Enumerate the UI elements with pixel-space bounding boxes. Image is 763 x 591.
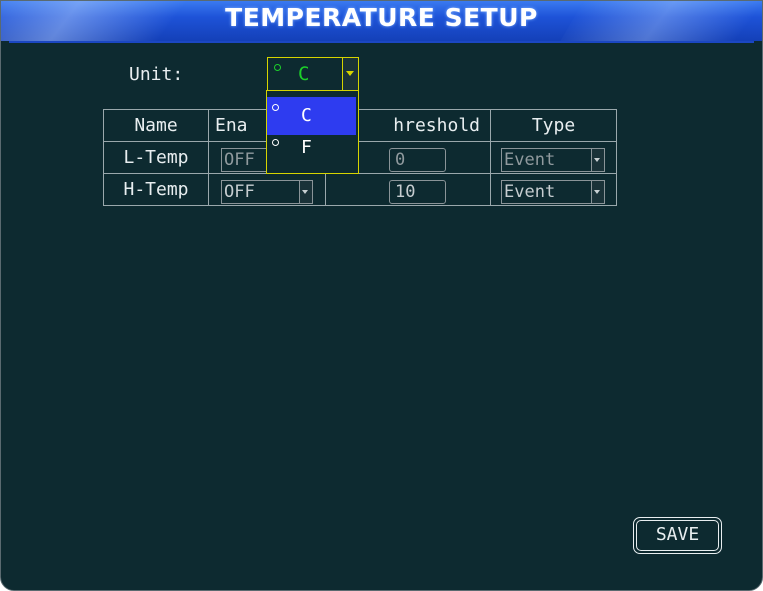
save-button[interactable]: SAVE (633, 517, 722, 554)
chevron-down-icon (346, 71, 354, 76)
chevron-down-icon (302, 190, 308, 194)
table-header-row: Name Ena hreshold Type (103, 109, 617, 142)
table-row: H-Temp OFF 10 Event (103, 173, 617, 206)
unit-label: Unit: (129, 64, 184, 85)
enable-cell: OFF (208, 173, 326, 206)
enable-arrow[interactable] (299, 181, 312, 203)
threshold-input[interactable]: 10 (389, 180, 446, 204)
unit-option-f[interactable]: F (267, 131, 356, 169)
unit-dropdown-arrow[interactable] (342, 58, 358, 90)
threshold-cell: 10 (325, 173, 491, 206)
enable-value: OFF (224, 150, 255, 170)
radio-dot-icon (272, 139, 279, 146)
type-select[interactable]: Event (501, 148, 605, 172)
temperature-table: Name Ena hreshold Type L-Temp OFF 0 Even… (103, 109, 617, 206)
type-cell: Event (490, 173, 617, 206)
chevron-down-icon (594, 158, 600, 162)
header-type: Type (490, 109, 617, 142)
enable-select[interactable]: OFF (221, 180, 313, 204)
unit-dropdown-list: C F (266, 90, 359, 174)
header-name: Name (103, 109, 209, 142)
type-value: Event (504, 150, 556, 170)
page-title: TEMPERATURE SETUP (225, 3, 538, 32)
row-name: L-Temp (103, 141, 209, 174)
title-underline (9, 41, 754, 43)
type-select[interactable]: Event (501, 180, 605, 204)
table-row: L-Temp OFF 0 Event (103, 141, 617, 174)
unit-select-value: C (298, 63, 310, 85)
type-value: Event (504, 182, 556, 202)
type-arrow[interactable] (591, 149, 604, 171)
unit-option-c[interactable]: C (267, 97, 356, 135)
radio-dot-icon (274, 64, 281, 71)
unit-option-label: F (301, 137, 312, 158)
row-name: H-Temp (103, 173, 209, 206)
radio-dot-icon (272, 104, 279, 111)
title-bar: TEMPERATURE SETUP (1, 1, 762, 41)
type-cell: Event (490, 141, 617, 174)
unit-option-label: C (301, 105, 312, 126)
type-arrow[interactable] (591, 181, 604, 203)
threshold-input[interactable]: 0 (389, 148, 446, 172)
enable-value: OFF (224, 182, 255, 202)
chevron-down-icon (594, 190, 600, 194)
dvr-window: TEMPERATURE SETUP Unit: C Name Ena hresh… (0, 0, 763, 591)
unit-select[interactable]: C (267, 57, 359, 91)
